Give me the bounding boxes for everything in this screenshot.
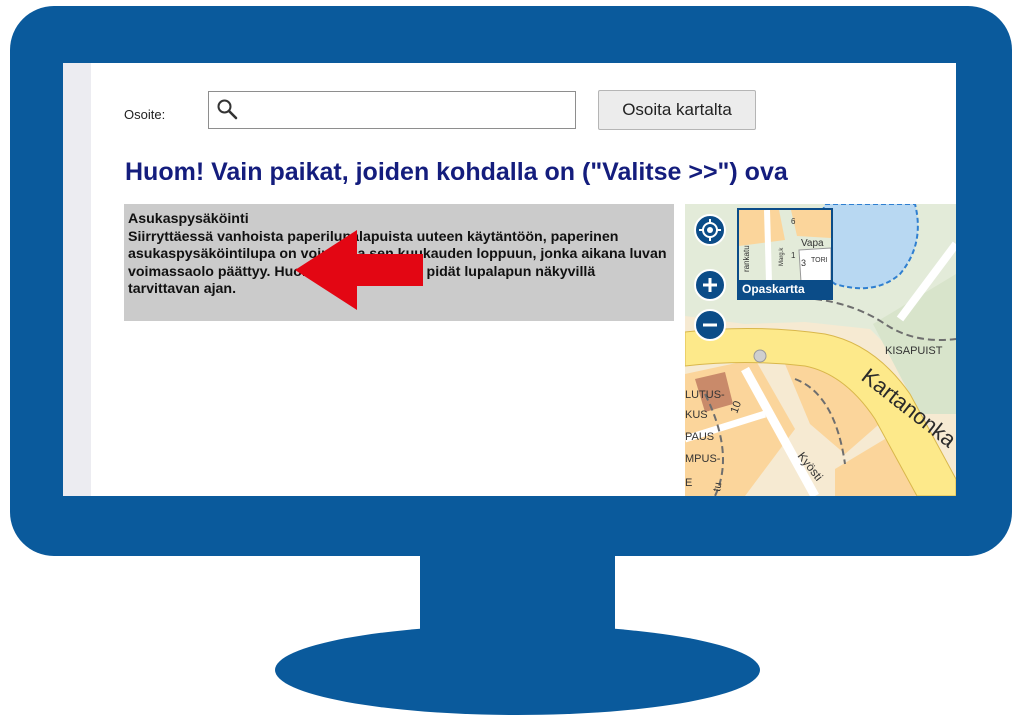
info-title: Asukaspysäköinti [128,211,249,227]
zoom-in-button[interactable] [694,269,726,301]
crosshair-icon [699,219,721,241]
map-label-kisapuisto: KISAPUIST [885,345,943,357]
thumb-label-street: rankatu [742,245,751,272]
search-icon [217,99,238,120]
zoom-out-button[interactable] [694,309,726,341]
thumb-label-vapa: Vapa [801,238,824,249]
map-label-e: E [685,477,692,489]
roundabout-marker [753,349,767,363]
point-on-map-button[interactable]: Osoita kartalta [598,90,756,130]
red-arrow-icon [295,230,423,310]
thumb-label-tori: TORI [811,257,828,264]
thumb-label-small: Marg.k [779,247,785,266]
thumb-label-n3: 3 [801,258,806,268]
layer-thumbnail: rankatu Marg.k Vapa 3 TORI 6 1 [739,210,831,282]
map-label-lutus: LUTUS- [685,389,725,401]
left-margin-strip [63,63,91,496]
notice-heading: Huom! Vain paikat, joiden kohdalla on ("… [125,158,788,186]
map-layer-switcher[interactable]: rankatu Marg.k Vapa 3 TORI 6 1 Opaskartt… [737,208,833,300]
thumb-label-n6: 6 [791,217,796,226]
address-label: Osoite: [124,107,166,122]
address-search-box[interactable] [208,91,576,129]
map-label-paus: PAUS [685,431,714,443]
plus-icon [703,278,717,292]
address-input[interactable] [243,94,573,128]
minus-icon [703,323,717,327]
monitor-base [275,625,760,715]
thumb-label-n1: 1 [791,251,796,260]
layer-label: Opaskartta [739,280,831,298]
map-label-kus: KUS [685,409,708,421]
monitor-screen: Osoite: Osoita kartalta Huom! Vain paika… [63,63,956,496]
locate-button[interactable] [694,214,726,246]
map-panel[interactable]: KISAPUIST Kartanonka Kyösti 10 LUTUS- KU… [685,204,956,496]
map-label-mpus: MPUS- [685,453,721,465]
